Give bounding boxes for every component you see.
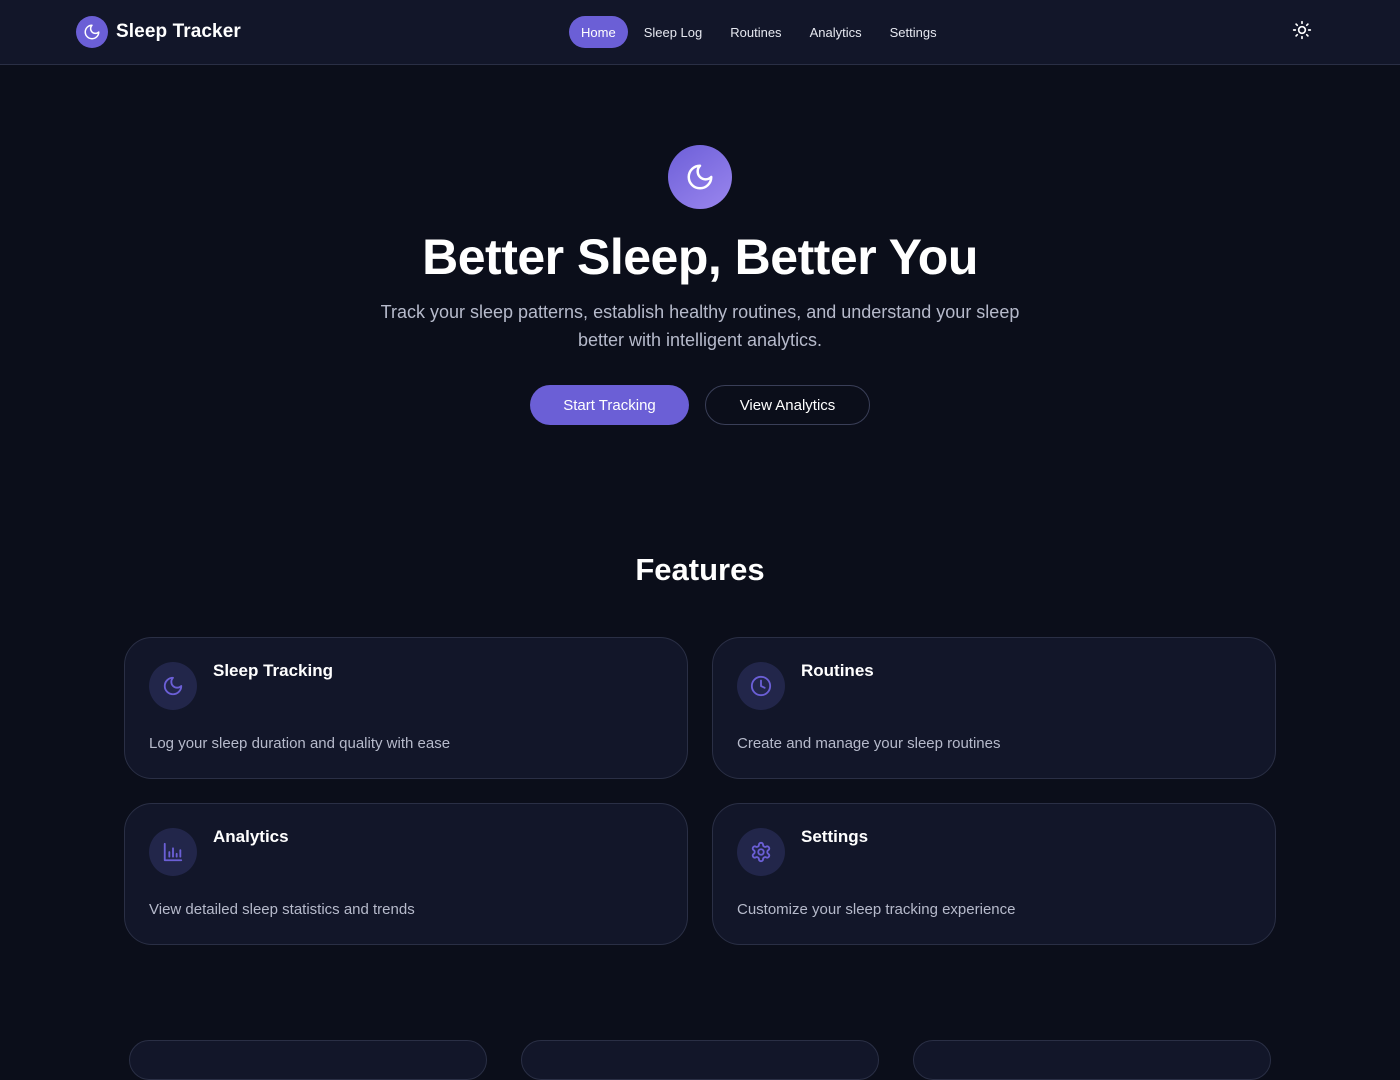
nav-item-settings[interactable]: Settings xyxy=(878,16,949,48)
nav-item-routines[interactable]: Routines xyxy=(718,16,793,48)
top-navigation-bar: Sleep Tracker Home Sleep Log Routines An… xyxy=(0,0,1400,65)
moon-icon xyxy=(76,16,108,48)
feature-card-analytics[interactable]: Analytics View detailed sleep statistics… xyxy=(124,803,688,945)
nav-item-analytics[interactable]: Analytics xyxy=(798,16,874,48)
feature-card-title: Sleep Tracking xyxy=(213,661,333,680)
feature-card-title: Settings xyxy=(801,827,869,846)
feature-card-routines[interactable]: Routines Create and manage your sleep ro… xyxy=(712,637,1276,779)
features-title: Features xyxy=(635,552,765,587)
start-tracking-button[interactable]: Start Tracking xyxy=(530,385,689,425)
moon-icon xyxy=(149,662,197,710)
brand[interactable]: Sleep Tracker xyxy=(76,16,241,48)
nav-item-sleep-log[interactable]: Sleep Log xyxy=(632,16,715,48)
gear-icon xyxy=(737,828,785,876)
bottom-card[interactable] xyxy=(521,1040,879,1080)
theme-toggle-button[interactable] xyxy=(1288,18,1316,46)
feature-card-description: Create and manage your sleep routines xyxy=(737,735,1001,752)
brand-name: Sleep Tracker xyxy=(116,21,241,42)
feature-card-description: Customize your sleep tracking experience xyxy=(737,901,1016,918)
feature-card-sleep-tracking[interactable]: Sleep Tracking Log your sleep duration a… xyxy=(124,637,688,779)
feature-card-title: Routines xyxy=(801,661,874,680)
moon-icon xyxy=(668,145,732,209)
sun-icon xyxy=(1292,20,1312,45)
bottom-card[interactable] xyxy=(913,1040,1271,1080)
feature-card-title: Analytics xyxy=(213,827,289,846)
view-analytics-button[interactable]: View Analytics xyxy=(705,385,870,425)
hero-title: Better Sleep, Better You xyxy=(422,229,978,285)
bottom-card[interactable] xyxy=(129,1040,487,1080)
bar-chart-icon xyxy=(149,828,197,876)
hero-subtitle: Track your sleep patterns, establish hea… xyxy=(380,302,1020,350)
feature-card-description: View detailed sleep statistics and trend… xyxy=(149,901,415,918)
feature-card-description: Log your sleep duration and quality with… xyxy=(149,735,451,752)
feature-card-settings[interactable]: Settings Customize your sleep tracking e… xyxy=(712,803,1276,945)
clock-icon xyxy=(737,662,785,710)
nav-item-home[interactable]: Home xyxy=(569,16,628,48)
main-nav: Home Sleep Log Routines Analytics Settin… xyxy=(569,16,949,48)
